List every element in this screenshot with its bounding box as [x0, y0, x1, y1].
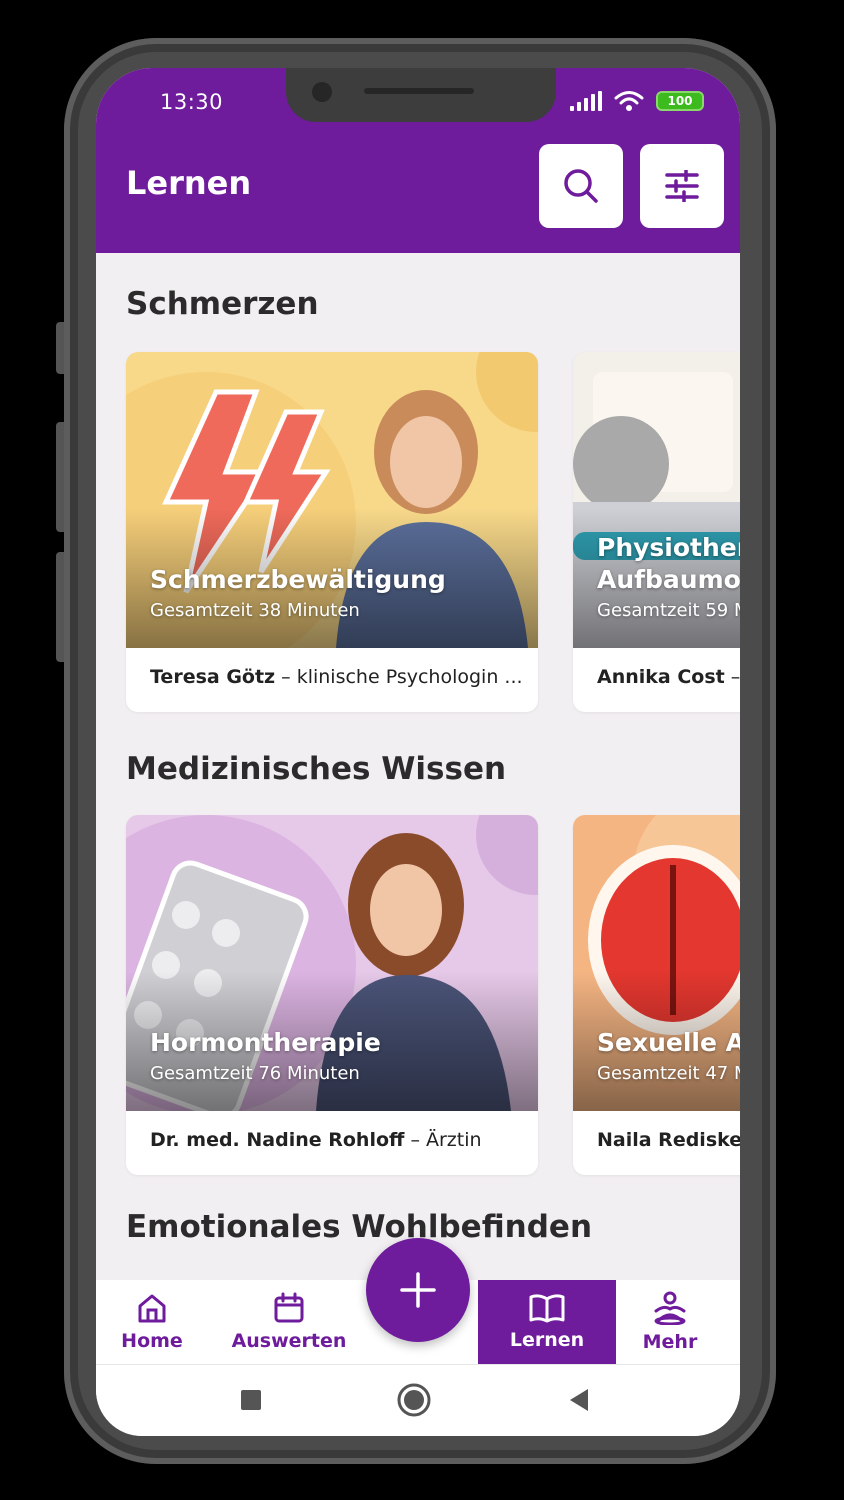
course-title: PhysiotheraAufbaumod — [597, 533, 740, 594]
battery-icon: 100 — [656, 91, 704, 111]
author-role: – Ärztin — [404, 1129, 482, 1151]
course-author: Dr. med. Nadine Rohloff – Ärztin — [150, 1129, 482, 1151]
course-duration: Gesamtzeit 38 Minuten — [150, 600, 360, 621]
author-role: – klinische Psychologin ... — [275, 666, 523, 688]
course-author: Teresa Götz – klinische Psychologin ... — [150, 666, 523, 688]
book-icon — [529, 1294, 565, 1323]
course-title: Sexuelle An — [597, 1028, 740, 1057]
course-duration: Gesamtzeit 59 M — [597, 600, 740, 621]
calendar-icon — [274, 1292, 304, 1323]
status-time: 13:30 — [160, 90, 224, 114]
status-icons: 100 — [570, 88, 704, 114]
system-navigation-bar — [96, 1364, 740, 1436]
course-card-hormontherapie[interactable]: Hormontherapie Gesamtzeit 76 Minuten Dr.… — [126, 815, 538, 1175]
search-icon — [564, 169, 598, 203]
add-button[interactable] — [366, 1238, 470, 1342]
course-duration: Gesamtzeit 47 M — [597, 1063, 740, 1084]
course-duration: Gesamtzeit 76 Minuten — [150, 1063, 360, 1084]
section-title-schmerzen: Schmerzen — [126, 286, 319, 322]
nav-home-label: Home — [121, 1330, 183, 1352]
camera-notch — [286, 68, 556, 122]
nav-mehr-label: Mehr — [642, 1331, 698, 1353]
signal-icon — [570, 91, 602, 111]
wifi-icon — [614, 91, 644, 111]
recents-icon[interactable] — [240, 1389, 262, 1411]
home-circle-icon[interactable] — [396, 1382, 432, 1418]
filter-button[interactable] — [640, 144, 724, 228]
author-role: – P — [730, 666, 740, 688]
nav-lernen-label: Lernen — [509, 1329, 585, 1351]
course-title: Schmerzbewältigung — [150, 565, 446, 594]
course-title: Hormontherapie — [150, 1028, 381, 1057]
plus-icon — [400, 1272, 436, 1308]
page-title: Lernen — [126, 164, 252, 202]
course-author: Annika Cost – P — [597, 666, 740, 688]
camera-icon — [312, 82, 332, 102]
course-card-sexuelle-anatomie[interactable]: Sexuelle An Gesamtzeit 47 M Naila Redisk… — [573, 815, 740, 1175]
nav-auswerten-label: Auswerten — [231, 1330, 347, 1352]
nav-lernen[interactable]: Lernen — [478, 1280, 616, 1364]
author-name: Teresa Götz — [150, 666, 276, 688]
nav-auswerten[interactable]: Auswerten — [226, 1280, 352, 1364]
nav-home[interactable]: Home — [96, 1280, 208, 1364]
meditation-icon — [654, 1291, 686, 1325]
home-icon — [138, 1294, 166, 1323]
course-card-physiotherapie[interactable]: PhysiotheraAufbaumod Gesamtzeit 59 M Ann… — [573, 352, 740, 712]
speaker-grille — [364, 88, 474, 94]
section-title-medizinisches-wissen: Medizinisches Wissen — [126, 751, 507, 787]
app-header: 13:30 100 Lernen — [96, 68, 740, 253]
author-name: Naila Rediske — [597, 1129, 740, 1151]
author-name: Dr. med. Nadine Rohloff — [150, 1129, 405, 1151]
course-author: Naila Rediske – — [597, 1129, 740, 1151]
filter-sliders-icon — [665, 170, 699, 202]
section-title-emotionales-wohlbefinden: Emotionales Wohlbefinden — [126, 1209, 593, 1245]
back-icon[interactable] — [568, 1388, 590, 1412]
nav-mehr[interactable]: Mehr — [626, 1280, 714, 1364]
course-card-schmerzbewaeltigung[interactable]: Schmerzbewältigung Gesamtzeit 38 Minuten… — [126, 352, 538, 712]
search-button[interactable] — [539, 144, 623, 228]
app-screen: 13:30 100 Lernen Schmerzen Schmerzbewält… — [96, 68, 740, 1436]
author-name: Annika Cost — [597, 666, 725, 688]
